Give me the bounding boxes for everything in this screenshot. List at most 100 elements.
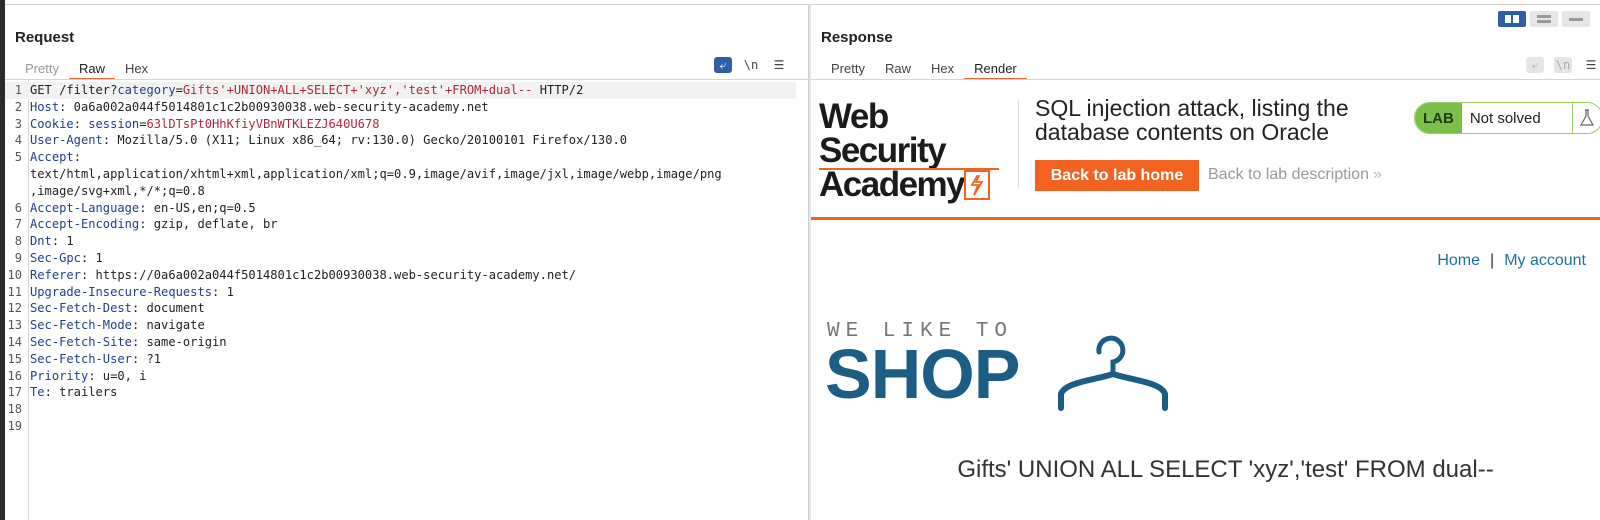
request-pane: Request Pretty Raw Hex ⤶ \n ☰ 1 GET /filter…: [5, 5, 808, 520]
code-line: 2 Host: 0a6a002a044f5014801c1c2b00930038.…: [5, 99, 796, 116]
code-line: 17 Te: trailers: [5, 384, 796, 401]
response-tab-hex[interactable]: Hex: [921, 55, 964, 79]
nav-my-account-link[interactable]: My account: [1504, 252, 1586, 270]
token-key: Sec-Fetch-Site: [30, 334, 132, 349]
token-text: : gzip, deflate, br: [139, 217, 278, 232]
token-key: Referer: [30, 267, 81, 282]
lab-title: SQL injection attack, listing the databa…: [1035, 95, 1349, 145]
line-number: 11: [7, 284, 22, 299]
code-line: 16 Priority: u=0, i: [5, 368, 796, 385]
line-number: 2: [14, 99, 22, 114]
code-line: 1 GET /filter?category=Gifts'+UNION+ALL+S…: [5, 82, 796, 99]
request-editor[interactable]: 1 GET /filter?category=Gifts'+UNION+ALL+S…: [5, 80, 808, 520]
line-number: 1: [14, 83, 22, 97]
token-text: =: [175, 83, 183, 97]
nav-home-link[interactable]: Home: [1437, 252, 1480, 270]
lab-status: Not solved: [1461, 103, 1572, 133]
token-text: HTTP/2: [539, 83, 584, 97]
line-content: Sec-Fetch-Mode: navigate: [26, 317, 205, 334]
rendered-response: Web Security Academy SQL injection attac…: [811, 80, 1600, 520]
token-key: Dnt: [30, 234, 52, 249]
code-line: text/html,application/xhtml+xml,applicat…: [5, 166, 796, 183]
line-number: 17: [7, 385, 22, 400]
line-number: 12: [7, 301, 22, 316]
token-key: Sec-Fetch-Mode: [30, 318, 132, 333]
line-number: 15: [7, 351, 22, 366]
line-content: Upgrade-Insecure-Requests: 1: [26, 284, 234, 301]
flask-icon: [1571, 103, 1600, 133]
request-toolbar: ⤶ \n ☰: [714, 57, 788, 73]
line-content: Accept-Encoding: gzip, deflate, br: [26, 216, 278, 233]
token-key: Accept: [30, 150, 74, 165]
line-content: text/html,application/xhtml+xml,applicat…: [26, 166, 722, 183]
shop-wordmark: SHOP: [825, 335, 1020, 413]
category-heading: Gifts' UNION ALL SELECT 'xyz','test' FRO…: [957, 456, 1494, 483]
line-content: Referer: https://0a6a002a044f5014801c1c2…: [26, 267, 576, 284]
lab-header: Web Security Academy SQL injection attac…: [811, 80, 1600, 220]
response-title: Response: [821, 29, 893, 46]
back-to-lab-home-button[interactable]: Back to lab home: [1035, 160, 1199, 191]
response-tab-pretty[interactable]: Pretty: [821, 55, 875, 79]
site-nav: Home | My account: [1437, 252, 1586, 270]
lab-status-badge: LAB Not solved: [1414, 102, 1600, 134]
code-line: 12 Sec-Fetch-Dest: document: [5, 300, 796, 317]
wrap-lines-icon[interactable]: ⤶: [1526, 57, 1544, 73]
request-tab-hex[interactable]: Hex: [115, 55, 158, 79]
token-key: Sec-Fetch-Dest: [30, 301, 132, 316]
code-line: 8 Dnt: 1: [5, 233, 796, 250]
line-content: Priority: u=0, i: [26, 368, 147, 385]
response-pane: Response Pretty Raw Hex Render ⤶ \n ☰ Web S…: [811, 5, 1600, 520]
line-content: Sec-Fetch-Site: same-origin: [26, 334, 227, 351]
code-line: 4 User-Agent: Mozilla/5.0 (X11; Linux x86…: [5, 132, 796, 149]
token-text: text/html,application/xhtml+xml,applicat…: [30, 166, 722, 181]
token-text: : en-US,en;q=0.5: [139, 200, 256, 215]
request-title: Request: [15, 29, 75, 46]
shop-logo: WE LIKE TO SHOP: [825, 320, 1187, 420]
token-text: : 1: [80, 250, 103, 265]
token-key: Host: [30, 99, 60, 114]
menu-icon[interactable]: ☰: [770, 57, 788, 73]
code-line: 6 Accept-Language: en-US,en;q=0.5: [5, 200, 796, 217]
line-content: Accept-Language: en-US,en;q=0.5: [26, 200, 256, 217]
request-tab-pretty[interactable]: Pretty: [15, 55, 69, 79]
response-tab-render[interactable]: Render: [964, 55, 1027, 80]
token-text: : Mozilla/5.0 (X11; Linux x86_64; rv:130…: [102, 133, 628, 148]
line-number: 10: [7, 267, 22, 282]
line-content: Cookie: session=63lDTsPt0HhKfiyVBnWTKLEZ…: [26, 116, 380, 133]
response-tab-raw[interactable]: Raw: [875, 55, 921, 79]
line-content: Te: trailers: [26, 384, 117, 401]
menu-icon[interactable]: ☰: [1582, 57, 1600, 73]
token-key: Priority: [30, 368, 89, 383]
newline-icon[interactable]: \n: [742, 57, 760, 73]
code-line: 15 Sec-Fetch-User: ?1: [5, 351, 796, 368]
request-tab-raw[interactable]: Raw: [68, 55, 115, 80]
token-text: : ?1: [131, 351, 162, 366]
web-security-academy-logo[interactable]: Web Security Academy: [819, 99, 1019, 202]
code-line: ,image/svg+xml,*/*;q=0.8: [5, 183, 796, 200]
line-number: 7: [14, 217, 22, 232]
token-text: :: [73, 150, 81, 165]
newline-icon[interactable]: \n: [1554, 57, 1572, 73]
line-number: 8: [14, 234, 22, 249]
wrap-lines-icon[interactable]: ⤶: [714, 57, 732, 73]
line-content: ,image/svg+xml,*/*;q=0.8: [26, 183, 205, 200]
code-line: 13 Sec-Fetch-Mode: navigate: [5, 317, 796, 334]
code-line: 11 Upgrade-Insecure-Requests: 1: [5, 284, 796, 301]
line-number: 14: [7, 334, 22, 349]
code-line: 5 Accept:: [5, 149, 796, 166]
line-content: GET /filter?category=Gifts'+UNION+ALL+SE…: [26, 82, 583, 99]
token-key: User-Agent: [30, 133, 103, 148]
token-value: Gifts'+UNION+ALL+SELECT+'xyz','test'+FRO…: [182, 83, 540, 97]
line-content: Sec-Fetch-User: ?1: [26, 351, 161, 368]
back-to-lab-description-link[interactable]: Back to lab description»: [1208, 166, 1382, 184]
token-key: session: [88, 116, 140, 131]
line-content: Sec-Gpc: 1: [26, 250, 103, 267]
lightning-bolt-icon: [964, 170, 991, 200]
line-number: 4: [14, 133, 22, 148]
token-text: : https://0a6a002a044f5014801c1c2b009300…: [80, 267, 577, 282]
token-text: : trailers: [44, 385, 118, 400]
token-text: : 0a6a002a044f5014801c1c2b00930038.web-s…: [59, 99, 489, 114]
request-lines: 1 GET /filter?category=Gifts'+UNION+ALL+S…: [5, 82, 796, 435]
line-content: User-Agent: Mozilla/5.0 (X11; Linux x86_…: [26, 132, 627, 149]
line-number: 5: [14, 150, 22, 165]
